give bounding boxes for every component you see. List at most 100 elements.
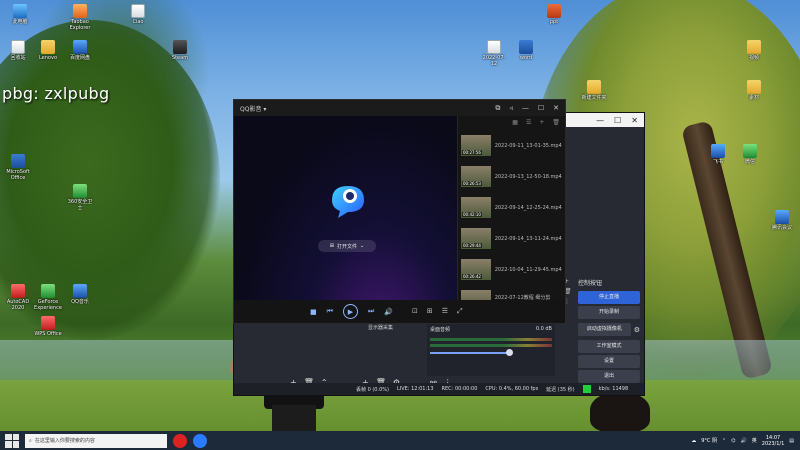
desktop-icon[interactable]: 此电脑 bbox=[6, 4, 34, 25]
previous-icon[interactable]: ⏮ bbox=[327, 307, 333, 316]
desktop-icon[interactable]: 视频 bbox=[740, 40, 768, 61]
exit-button[interactable]: 退出 bbox=[578, 370, 640, 383]
dropped-frames: 丢帧 0 (0.0%) bbox=[356, 386, 389, 393]
desktop-icon[interactable]: GeForce Experience bbox=[34, 284, 62, 311]
qq-player-taskbar-icon[interactable] bbox=[193, 433, 207, 448]
next-icon[interactable]: ⏭ bbox=[368, 307, 374, 316]
mini-mode-icon[interactable]: ⧉ bbox=[495, 104, 500, 113]
source-name[interactable]: 显示器采集 bbox=[368, 324, 393, 331]
desktop-icon[interactable]: WPS Office bbox=[34, 316, 62, 337]
desktop-icon-label: 此电脑 bbox=[12, 19, 28, 25]
red-app-icon bbox=[11, 284, 25, 298]
desktop-icon-label: 新建文件夹 bbox=[581, 95, 607, 101]
fullscreen-icon[interactable]: ⤢ bbox=[457, 307, 463, 316]
windows-start-icon[interactable] bbox=[5, 433, 19, 448]
stop-streaming-button[interactable]: 停止直播 bbox=[578, 291, 640, 304]
controls-panel: 控制按钮 停止直播 开始录制 启动虚拟摄像机 ⚙ 工作室模式 设置 退出 bbox=[578, 276, 640, 385]
play-button[interactable]: ▶ bbox=[342, 304, 358, 319]
desktop-icon[interactable]: 微信 bbox=[736, 144, 764, 165]
clock-date: 2023/1/1 bbox=[761, 440, 785, 447]
playback-controls: ■ ⏮ ▶ ⏭ 🔊 ⊡ ⊞ ☰ ⤢ bbox=[234, 300, 565, 323]
start-recording-button[interactable]: 开始录制 bbox=[578, 306, 640, 319]
desktop-icon[interactable]: MicroSoft Office bbox=[4, 154, 32, 181]
dog bbox=[590, 392, 650, 432]
folder-app-icon bbox=[41, 40, 55, 54]
network-icon[interactable]: ⌬ bbox=[731, 438, 735, 444]
playlist-item[interactable]: 00:42:10 2022-09-14_12-25-24.mp4 bbox=[458, 192, 565, 223]
weather-text[interactable]: 9°C 阴 bbox=[701, 437, 717, 444]
qq-player-window[interactable]: QQ影音 ▾ ⧉ ◃ — ☐ ✕ ⊞ 打开文件 ⌄ ▦ ☰ + 🗑 00:27:… bbox=[233, 99, 566, 324]
toolbox-icon[interactable]: ⊞ bbox=[427, 307, 433, 316]
maximize-icon[interactable]: ☐ bbox=[614, 116, 621, 125]
pc-app-icon bbox=[13, 4, 27, 18]
clock[interactable]: 14:07 2023/1/1 bbox=[762, 435, 784, 447]
open-file-label: 打开文件 bbox=[336, 243, 357, 250]
video-area[interactable]: ⊞ 打开文件 ⌄ bbox=[234, 116, 459, 302]
blue-app-icon bbox=[73, 284, 87, 298]
playlist-item[interactable]: 00:29:44 2022-09-14_13-11-24.mp4 bbox=[458, 223, 565, 254]
settings-icon[interactable]: ☰ bbox=[442, 307, 448, 316]
window-title[interactable]: QQ影音 ▾ bbox=[240, 104, 266, 113]
pin-icon[interactable]: ◃ bbox=[509, 104, 513, 113]
desktop-icon[interactable]: 360安全卫士 bbox=[66, 184, 94, 211]
desktop-icon[interactable]: 百度网盘 bbox=[66, 40, 94, 61]
desktop-icon[interactable]: 回收站 bbox=[4, 40, 32, 61]
desktop-icon[interactable]: 2022-07-12 bbox=[480, 40, 508, 67]
list-icon[interactable]: ☰ bbox=[526, 119, 531, 127]
desktop-icon[interactable]: 素材 bbox=[740, 80, 768, 101]
add-icon[interactable]: + bbox=[539, 119, 544, 127]
close-icon[interactable]: ✕ bbox=[553, 104, 559, 113]
file-app-icon bbox=[487, 40, 501, 54]
chevron-up-icon[interactable]: ⌃ bbox=[722, 438, 726, 444]
minimize-icon[interactable]: — bbox=[522, 104, 529, 113]
desktop-icon[interactable]: 新建文件夹 bbox=[580, 80, 608, 101]
desktop-icon[interactable]: Ciao bbox=[124, 4, 152, 25]
notification-icon[interactable]: ▤ bbox=[789, 438, 794, 444]
ppt-app-icon bbox=[547, 4, 561, 18]
desktop-icon-label: GeForce Experience bbox=[34, 299, 62, 311]
open-file-button[interactable]: ⊞ 打开文件 ⌄ bbox=[318, 240, 376, 252]
rec-timer: REC: 00:00:00 bbox=[441, 386, 478, 392]
input-language[interactable]: 英 bbox=[752, 437, 757, 444]
desktop-icon[interactable]: AutoCAD 2020 bbox=[4, 284, 32, 311]
studio-mode-button[interactable]: 工作室模式 bbox=[578, 340, 640, 353]
desktop-icon[interactable]: Steam bbox=[166, 40, 194, 61]
screenshot-icon[interactable]: ⊡ bbox=[412, 307, 418, 316]
file-app-icon bbox=[11, 40, 25, 54]
maximize-icon[interactable]: ☐ bbox=[538, 104, 544, 113]
red-app-icon bbox=[41, 316, 55, 330]
grid-icon[interactable]: ▦ bbox=[512, 119, 518, 127]
bitrate: kb/s: 11498 bbox=[598, 386, 629, 392]
weather-icon[interactable]: ☁ bbox=[691, 438, 696, 444]
playlist-item[interactable]: 00:27:56 2022-09-11_13-01-35.mp4 bbox=[458, 130, 565, 161]
gear-icon[interactable]: ⚙ bbox=[634, 326, 640, 334]
minimize-icon[interactable]: — bbox=[596, 116, 604, 125]
volume-icon[interactable]: 🔊 bbox=[384, 308, 393, 316]
desktop-icon[interactable]: word bbox=[512, 40, 540, 61]
delete-icon[interactable]: 🗑 bbox=[552, 119, 560, 127]
playlist-item[interactable]: 00:26:42 2022-10-04_11-29-45.mp4 bbox=[458, 254, 565, 285]
word-app-icon bbox=[519, 40, 533, 54]
qq-player-logo-icon bbox=[332, 186, 364, 218]
stop-icon[interactable]: ■ bbox=[310, 308, 317, 316]
volume-slider[interactable] bbox=[430, 349, 513, 356]
qq-titlebar[interactable]: QQ影音 ▾ ⧉ ◃ — ☐ ✕ bbox=[234, 100, 565, 116]
desktop-icon[interactable]: QQ音乐 bbox=[66, 284, 94, 305]
video-thumbnail: 00:27:56 bbox=[461, 135, 491, 156]
obs-taskbar-icon[interactable] bbox=[173, 433, 187, 448]
volume-icon[interactable]: 🔊 bbox=[741, 438, 747, 444]
video-filename: 2022-10-04_11-29-45.mp4 bbox=[494, 266, 562, 273]
audio-mixer: 桌面音频 0.0 dB bbox=[427, 324, 555, 376]
virtual-camera-button[interactable]: 启动虚拟摄像机 bbox=[578, 323, 631, 336]
desktop-icon[interactable]: 飞书 bbox=[704, 144, 732, 165]
desktop-icon[interactable]: Lenovo bbox=[34, 40, 62, 61]
desktop-icon[interactable]: ppt bbox=[540, 4, 568, 25]
settings-button[interactable]: 设置 bbox=[578, 355, 640, 368]
close-icon[interactable]: ✕ bbox=[631, 116, 638, 125]
desktop-icon[interactable]: 腾讯会议 bbox=[768, 210, 796, 231]
video-thumbnail: 00:26:53 bbox=[461, 166, 491, 187]
playlist-item[interactable]: 00:26:53 2022-09-13_12-50-18.mp4 bbox=[458, 161, 565, 192]
desktop-icon-label: QQ音乐 bbox=[71, 299, 89, 305]
desktop-icon[interactable]: Taobao Explorer bbox=[66, 4, 94, 31]
taskbar-search-input[interactable]: ⌕ 在这里输入你要搜索的内容 bbox=[25, 433, 167, 448]
